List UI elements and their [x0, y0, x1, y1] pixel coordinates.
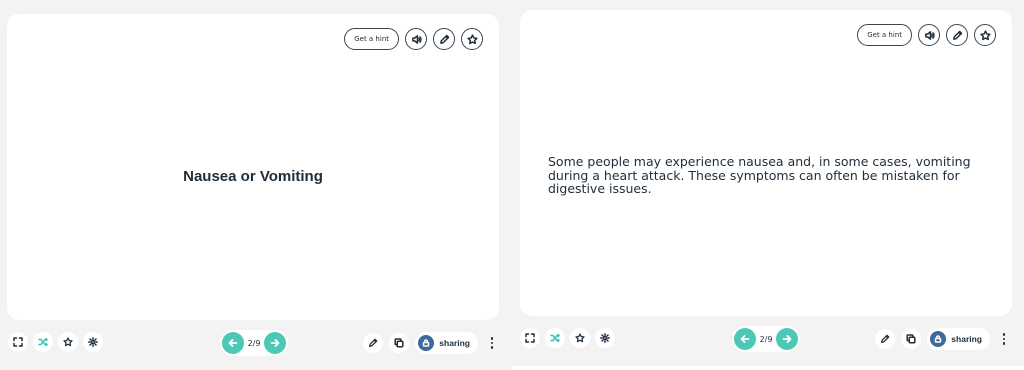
edit-set-button[interactable]: [363, 333, 384, 353]
fullscreen-button[interactable]: [8, 332, 28, 352]
star-icon: [575, 333, 585, 343]
bottom-toolbar: 2/9 sharing: [0, 330, 512, 358]
pencil-icon: [439, 34, 449, 44]
next-card-button[interactable]: [264, 332, 286, 354]
star-button[interactable]: [461, 28, 483, 50]
next-card-button[interactable]: [776, 328, 798, 350]
bottom-toolbar: 2/9 sharing: [512, 326, 1024, 354]
edit-button[interactable]: [946, 24, 968, 46]
shuffle-button[interactable]: [33, 332, 53, 352]
sharing-label: sharing: [439, 338, 470, 348]
get-hint-button[interactable]: Get a hint: [857, 24, 912, 46]
fullscreen-button[interactable]: [520, 328, 540, 348]
previous-card-button[interactable]: [222, 332, 244, 354]
lock-icon: [935, 335, 942, 343]
previous-card-button[interactable]: [734, 328, 756, 350]
more-options-button[interactable]: [996, 329, 1012, 349]
toolbar-left: [520, 328, 615, 348]
copy-icon: [394, 338, 404, 348]
sharing-label: sharing: [951, 334, 982, 344]
card-tools: Get a hint: [344, 28, 483, 50]
settings-icon: [600, 333, 610, 343]
fullscreen-icon: [525, 333, 535, 343]
settings-button[interactable]: [595, 328, 615, 348]
arrow-left-icon: [228, 339, 238, 347]
audio-button[interactable]: [918, 24, 940, 46]
card-definition: Some people may experience nausea and, i…: [548, 154, 971, 196]
star-icon: [466, 33, 478, 44]
copy-button[interactable]: [901, 329, 922, 349]
starred-filter-button[interactable]: [58, 332, 78, 352]
flashcard-back[interactable]: Get a hint Some people may experience na…: [520, 10, 1012, 316]
copy-icon: [906, 334, 916, 344]
star-icon: [979, 29, 991, 40]
more-icon: [1002, 333, 1006, 336]
toolbar-right: sharing: [875, 328, 1012, 350]
card-pager: 2/9: [220, 330, 288, 356]
page-count: 2/9: [759, 334, 773, 344]
speaker-icon: [411, 34, 422, 44]
edit-set-button[interactable]: [875, 329, 896, 349]
shuffle-icon: [550, 333, 560, 343]
edit-button[interactable]: [433, 28, 455, 50]
copy-button[interactable]: [389, 333, 410, 353]
speaker-icon: [924, 30, 935, 40]
more-icon: [490, 337, 494, 340]
sharing-button[interactable]: sharing: [415, 332, 478, 354]
bottom-divider: [512, 366, 1024, 370]
page-count: 2/9: [247, 338, 261, 348]
pencil-icon: [952, 30, 962, 40]
star-icon: [63, 337, 73, 347]
get-hint-button[interactable]: Get a hint: [344, 28, 399, 50]
shuffle-icon: [38, 337, 48, 347]
arrow-right-icon: [782, 335, 792, 343]
share-avatar: [418, 335, 435, 351]
card-tools: Get a hint: [857, 24, 996, 46]
card-term: Nausea or Vomiting: [183, 168, 323, 185]
star-button[interactable]: [974, 24, 996, 46]
front-panel: Get a hint Nausea or Vomiting 2/9 sharin…: [0, 0, 512, 370]
audio-button[interactable]: [405, 28, 427, 50]
more-icon: [490, 346, 494, 349]
share-avatar: [930, 331, 947, 347]
lock-icon: [423, 339, 430, 347]
more-icon: [1002, 337, 1006, 341]
more-icon: [1002, 342, 1006, 345]
settings-button[interactable]: [83, 332, 103, 352]
sharing-button[interactable]: sharing: [927, 328, 990, 350]
pencil-icon: [881, 334, 890, 343]
fullscreen-icon: [13, 337, 23, 347]
card-pager: 2/9: [732, 326, 800, 352]
arrow-left-icon: [740, 335, 750, 343]
toolbar-left: [8, 332, 103, 352]
flashcard-front[interactable]: Get a hint Nausea or Vomiting: [7, 14, 499, 320]
settings-icon: [88, 337, 98, 347]
toolbar-right: sharing: [363, 332, 500, 354]
more-icon: [490, 341, 494, 345]
more-options-button[interactable]: [484, 333, 500, 353]
starred-filter-button[interactable]: [570, 328, 590, 348]
back-panel: Get a hint Some people may experience na…: [512, 0, 1024, 370]
arrow-right-icon: [270, 339, 280, 347]
shuffle-button[interactable]: [545, 328, 565, 348]
pencil-icon: [369, 338, 378, 347]
